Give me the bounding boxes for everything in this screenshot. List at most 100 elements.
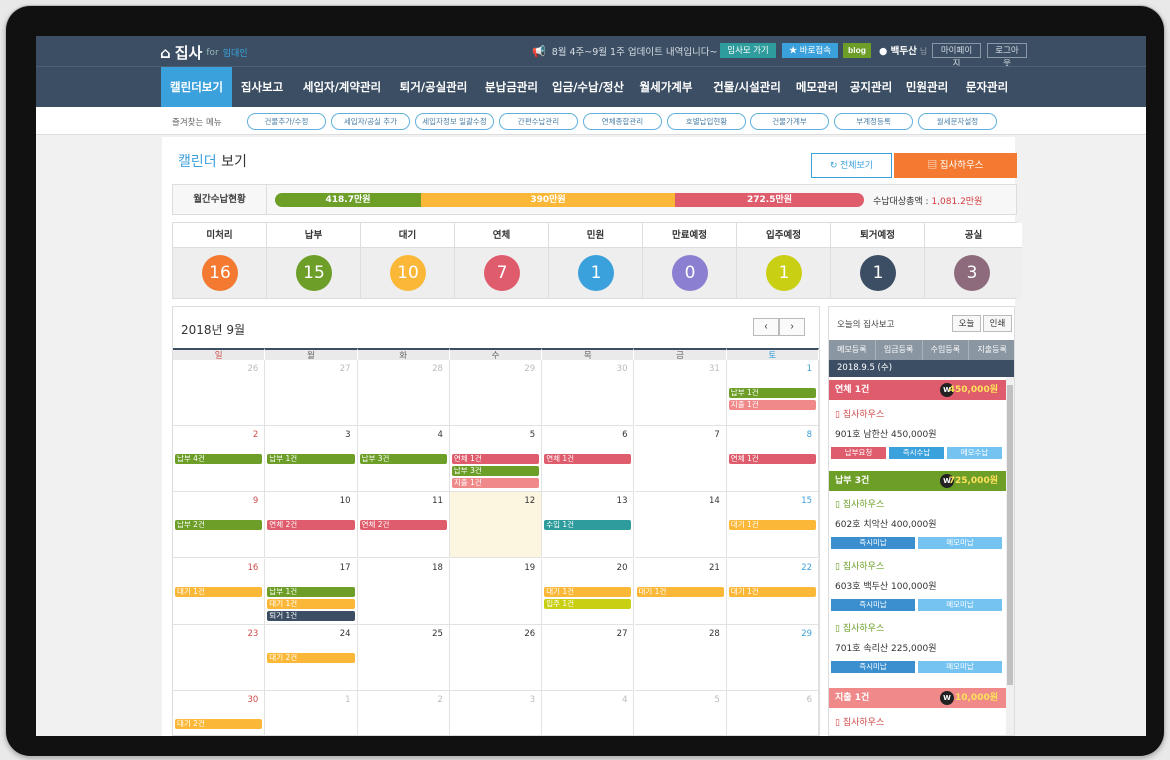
- mypage-link[interactable]: 마이페이지: [932, 43, 981, 68]
- calendar-event[interactable]: 대기 1건: [544, 586, 632, 597]
- calendar-day[interactable]: 29: [449, 360, 543, 426]
- favorite-link[interactable]: 세입자/공실 추가: [331, 113, 410, 130]
- stat-box[interactable]: 연체 7: [455, 223, 549, 298]
- report-tab[interactable]: 메모등록: [829, 340, 876, 360]
- calendar-event[interactable]: 납부 3건: [359, 454, 447, 465]
- calendar-day[interactable]: 29: [726, 624, 820, 691]
- calendar-day[interactable]: 6: [727, 691, 820, 736]
- calendar-day[interactable]: 8 연체 1건: [726, 426, 820, 493]
- calendar-day[interactable]: 26: [449, 624, 543, 691]
- calendar-day[interactable]: 28: [357, 360, 450, 426]
- calendar-day[interactable]: 3: [450, 691, 543, 736]
- nav-item[interactable]: 월세가계부: [628, 67, 704, 108]
- calendar-day[interactable]: 5 연체 1건 납부 3건 지출 1건: [449, 426, 543, 493]
- view-all-button[interactable]: ↻ 전체보기: [811, 153, 892, 178]
- calendar-day[interactable]: 1 납부 1건 지출 1건: [726, 360, 820, 426]
- nav-item[interactable]: 민원관리: [898, 67, 956, 108]
- calendar-day[interactable]: 27: [265, 360, 358, 426]
- calendar-day[interactable]: 28: [634, 624, 727, 691]
- calendar-event[interactable]: 연체 1건: [451, 454, 540, 465]
- stat-box[interactable]: 대기 10: [361, 223, 455, 298]
- calendar-event[interactable]: 납부 4건: [175, 454, 263, 465]
- calendar-day[interactable]: 9 납부 2건: [173, 492, 266, 559]
- calendar-event[interactable]: 수입 1건: [544, 520, 632, 531]
- calendar-day[interactable]: 23: [173, 624, 266, 691]
- calendar-day[interactable]: 7: [634, 426, 727, 493]
- calendar-event[interactable]: 납부 2건: [175, 520, 263, 531]
- calendar-day[interactable]: 17 납부 1건 대기 1건 퇴거 1건: [265, 558, 358, 625]
- logo[interactable]: ⌂ 집사 for 임대인: [160, 42, 248, 63]
- entry-house[interactable]: ▯ 집사하우스: [835, 407, 884, 420]
- calendar-day[interactable]: 13 수입 1건: [542, 492, 635, 559]
- calendar-event[interactable]: 퇴거 1건: [267, 610, 355, 621]
- calendar-event[interactable]: 납부 1건: [267, 454, 355, 465]
- nav-item[interactable]: 집사보고: [232, 67, 292, 108]
- calendar-day[interactable]: 22 대기 1건: [726, 558, 820, 625]
- nav-item[interactable]: 문자관리: [956, 67, 1018, 108]
- calendar-day[interactable]: 11 연체 2건: [357, 492, 450, 559]
- stat-count[interactable]: 7: [484, 255, 520, 291]
- calendar-day[interactable]: 6 연체 1건: [542, 426, 635, 493]
- calendar-event[interactable]: 납부 1건: [728, 388, 817, 398]
- calendar-day[interactable]: 18: [357, 558, 450, 625]
- scroll-thumb[interactable]: [1007, 385, 1013, 685]
- calendar-event[interactable]: 대기 2건: [175, 719, 263, 729]
- nav-item[interactable]: 퇴거/공실관리: [392, 67, 475, 108]
- today-button[interactable]: 오늘: [952, 315, 981, 332]
- entry-house[interactable]: ▯ 집사하우스: [835, 497, 884, 510]
- favorite-link[interactable]: 간편수납관리: [499, 113, 578, 130]
- calendar-event[interactable]: 납부 1건: [267, 586, 355, 597]
- stat-box[interactable]: 입주예정 1: [737, 223, 831, 298]
- calendar-day[interactable]: 10 연체 2건: [265, 492, 358, 559]
- calendar-day[interactable]: 5: [635, 691, 727, 736]
- favorite-link[interactable]: 세입자정보 일괄수정: [415, 113, 494, 130]
- calendar-event[interactable]: 대기 1건: [636, 586, 724, 597]
- calendar-event[interactable]: 납부 3건: [451, 466, 540, 477]
- calendar-day[interactable]: 15 대기 1건: [726, 492, 820, 559]
- stat-box[interactable]: 납부 15: [267, 223, 361, 298]
- calendar-event[interactable]: 연체 1건: [544, 454, 632, 465]
- stat-count[interactable]: 0: [672, 255, 708, 291]
- stat-box[interactable]: 미처리 16: [173, 223, 267, 298]
- calendar-event[interactable]: 연체 1건: [728, 454, 817, 465]
- calendar-day[interactable]: 4: [542, 691, 635, 736]
- update-notice[interactable]: 📢 8월 4주~9월 1주 업데이트 내역입니다~: [532, 44, 718, 59]
- calendar-event[interactable]: 연체 2건: [359, 520, 447, 531]
- next-month-button[interactable]: ›: [779, 318, 805, 336]
- go-community-button[interactable]: 임사모 가기: [720, 43, 776, 58]
- stat-box[interactable]: 만료예정 0: [643, 223, 737, 298]
- entry-action-button[interactable]: 메모수납: [947, 447, 1002, 459]
- favorite-link[interactable]: 연체종합관리: [583, 113, 662, 130]
- calendar-event[interactable]: 입주 1건: [544, 598, 632, 609]
- entry-action-button[interactable]: 즉시미납: [831, 661, 915, 673]
- nav-item[interactable]: 세입자/계약관리: [292, 67, 392, 108]
- stat-box[interactable]: 퇴거예정 1: [831, 223, 925, 298]
- stat-box[interactable]: 공실 3: [925, 223, 1022, 298]
- calendar-day[interactable]: 4 납부 3건: [357, 426, 450, 493]
- nav-item[interactable]: 분납금관리: [475, 67, 548, 108]
- blog-button[interactable]: blog: [843, 43, 871, 58]
- nav-item[interactable]: 건물/시설관리: [704, 67, 790, 108]
- calendar-event[interactable]: 대기 1건: [175, 586, 263, 597]
- entry-action-button[interactable]: 메모미납: [918, 599, 1002, 611]
- calendar-day[interactable]: 26: [173, 360, 266, 426]
- entry-action-button[interactable]: 즉시수납: [889, 447, 944, 459]
- report-tab[interactable]: 입금등록: [876, 340, 923, 360]
- report-scrollbar[interactable]: [1006, 377, 1014, 735]
- calendar-day[interactable]: 14: [634, 492, 727, 559]
- favorite-link[interactable]: 건물가계부: [750, 113, 829, 130]
- stat-count[interactable]: 1: [860, 255, 896, 291]
- stat-count[interactable]: 10: [390, 255, 426, 291]
- calendar-day[interactable]: 21 대기 1건: [634, 558, 727, 625]
- entry-action-button[interactable]: 메모미납: [918, 661, 1002, 673]
- calendar-day[interactable]: 19: [449, 558, 543, 625]
- entry-house[interactable]: ▯ 집사하우스: [835, 715, 884, 728]
- entry-action-button[interactable]: 납부요청: [831, 447, 886, 459]
- stat-count[interactable]: 1: [578, 255, 614, 291]
- calendar-day[interactable]: 1: [265, 691, 358, 736]
- entry-house[interactable]: ▯ 집사하우스: [835, 621, 884, 634]
- print-button[interactable]: 인쇄: [983, 315, 1012, 332]
- report-tab[interactable]: 수입등록: [923, 340, 970, 360]
- calendar-day[interactable]: 16 대기 1건: [173, 558, 266, 625]
- nav-item[interactable]: 캘린더보기: [161, 67, 232, 108]
